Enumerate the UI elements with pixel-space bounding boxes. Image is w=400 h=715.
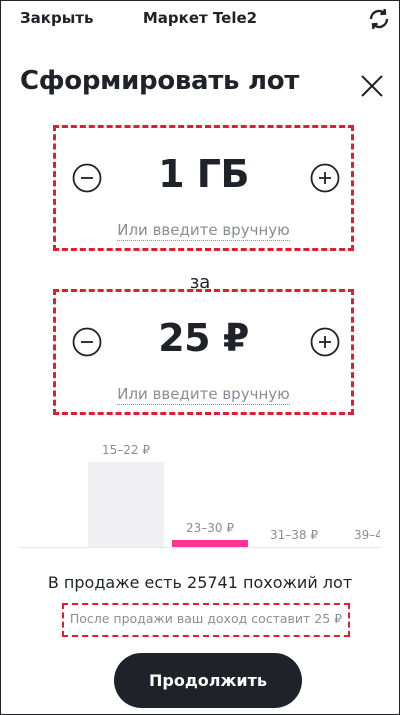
increase-price-icon[interactable] [309, 326, 341, 358]
price-distribution-chart: 15–22 ₽ 23–30 ₽ 31–38 ₽ 39–46 ₽ [20, 438, 380, 550]
price-manual-entry-label: Или введите вручную [117, 385, 290, 405]
price-manual-entry-link[interactable]: Или введите вручную [56, 385, 351, 405]
close-icon[interactable] [360, 74, 384, 98]
app-title: Маркет Tele2 [142, 9, 258, 27]
chart-label-2: 31–38 ₽ [270, 528, 318, 542]
similar-lots-text: В продаже есть 25741 похожий лот [47, 573, 353, 592]
amount-section: 1 ГБ Или введите вручную [53, 125, 354, 251]
price-value: 25 ₽ [158, 316, 249, 360]
income-estimate: После продажи ваш доход составит 25 ₽ [62, 603, 350, 637]
chart-label-1: 23–30 ₽ [186, 521, 234, 535]
continue-button[interactable]: Продолжить [114, 653, 302, 708]
chart-label-0: 15–22 ₽ [102, 443, 150, 457]
amount-manual-entry-label: Или введите вручную [117, 221, 290, 241]
chart-bar-1 [172, 540, 248, 547]
price-section: 25 ₽ Или введите вручную [53, 289, 354, 415]
chart-label-3: 39–46 ₽ [354, 528, 380, 542]
amount-manual-entry-link[interactable]: Или введите вручную [56, 221, 351, 241]
chart-bar-0 [88, 462, 164, 547]
increase-amount-icon[interactable] [309, 162, 341, 194]
price-distribution-svg: 15–22 ₽ 23–30 ₽ 31–38 ₽ 39–46 ₽ [20, 443, 380, 548]
top-bar: Закрыть Маркет Tele2 [0, 0, 400, 36]
refresh-icon[interactable] [366, 6, 392, 32]
amount-value: 1 ГБ [158, 152, 249, 196]
page-title: Сформировать лот [20, 66, 300, 96]
